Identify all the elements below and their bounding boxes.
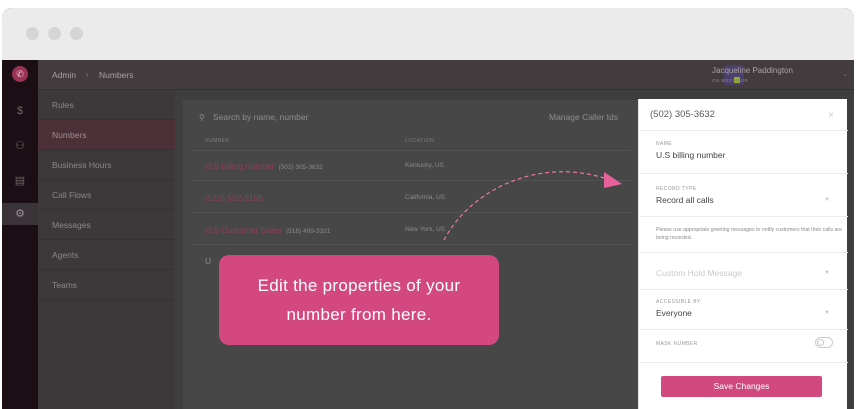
mask-number-toggle[interactable] [815,337,833,348]
custom-hold-message-select[interactable]: Custom Hold Message [656,268,742,278]
divider [639,252,848,253]
record-type-label: RECORD TYPE [656,186,697,192]
browser-titlebar [2,8,854,60]
search-icon: ⚲ [199,113,205,122]
mask-number-label: MASK NUMBER [656,341,698,347]
divider [639,289,848,290]
number-edit-panel: (502) 305-3632 × NAME U.S billing number… [638,99,848,409]
sidebar-item-numbers[interactable]: Numbers [38,120,175,150]
manage-caller-ids-link[interactable]: Manage Caller Ids [549,112,618,122]
divider [639,216,848,217]
accessible-by-select[interactable]: Everyone [656,308,692,318]
tooltip-line-2: number from here. [286,305,432,324]
people-icon[interactable]: ⚇ [2,135,38,157]
search-input[interactable]: Search by name, number [213,112,308,122]
top-bar: Admin › Numbers Jacqueline Paddington ON… [38,60,854,90]
chevron-down-icon[interactable]: ▼ [824,270,830,276]
phone-icon[interactable]: ✆ [12,66,28,82]
table-row-name[interactable]: U [205,256,211,266]
onboarding-tooltip: Edit the properties of your number from … [219,255,499,345]
table-row-name[interactable]: U.S Customer Sales (518) 499-3321 [205,225,330,235]
chevron-down-icon[interactable]: ▼ [824,310,830,316]
sidebar-item-messages[interactable]: Messages [38,210,175,240]
divider [639,362,848,363]
breadcrumb-separator: › [86,70,89,79]
sidebar-item-agents[interactable]: Agents [38,240,175,270]
user-name[interactable]: Jacqueline Paddington [712,66,793,75]
icon-rail: ✆ $ ⚇ ▤ ⚙ [2,60,38,409]
record-type-select[interactable]: Record all calls [656,195,714,205]
close-icon[interactable]: × [828,110,834,121]
column-header-location: LOCATION [405,138,435,144]
table-row-name[interactable]: U.S billing number (502) 305-3632 [205,161,323,171]
dashed-arrow-icon [443,171,622,241]
dollar-icon[interactable]: $ [2,100,38,122]
breadcrumb-current: Numbers [99,70,134,80]
window-maximize-button[interactable] [70,27,83,40]
sidebar-item-teams[interactable]: Teams [38,270,175,300]
name-field[interactable]: U.S billing number [656,150,725,160]
table-row-name[interactable]: (510) 592-5195 [205,193,267,203]
accessible-by-label: ACCESSIBLE BY [656,299,701,305]
save-changes-button[interactable]: Save Changes [661,376,822,397]
recording-help-text: Please use appropriate greeting messages… [656,227,842,241]
chevron-down-icon[interactable]: ▼ [824,197,830,203]
chevron-down-icon[interactable]: ⌄ [842,70,848,78]
sidebar-item-business-hours[interactable]: Business Hours [38,150,175,180]
name-label: NAME [656,141,673,147]
card-icon[interactable]: ▤ [2,170,38,192]
settings-sidebar: Rules Numbers Business Hours Call Flows … [38,90,175,409]
row-divider [191,150,631,151]
divider [639,329,848,330]
user-role: ON BROWSER [712,78,749,83]
table-row-location: Kentucky, US [405,162,444,169]
breadcrumb-admin[interactable]: Admin [52,60,76,90]
sidebar-item-call-flows[interactable]: Call Flows [38,180,175,210]
sidebar-item-rules[interactable]: Rules [38,90,175,120]
window-close-button[interactable] [26,27,39,40]
toggle-knob [817,339,824,346]
window-minimize-button[interactable] [48,27,61,40]
tooltip-line-1: Edit the properties of your [257,276,461,295]
divider [639,173,848,174]
column-header-number: NUMBER [205,138,230,144]
divider [639,130,848,131]
panel-title: (502) 305-3632 [650,109,715,120]
gear-icon[interactable]: ⚙ [2,203,38,225]
